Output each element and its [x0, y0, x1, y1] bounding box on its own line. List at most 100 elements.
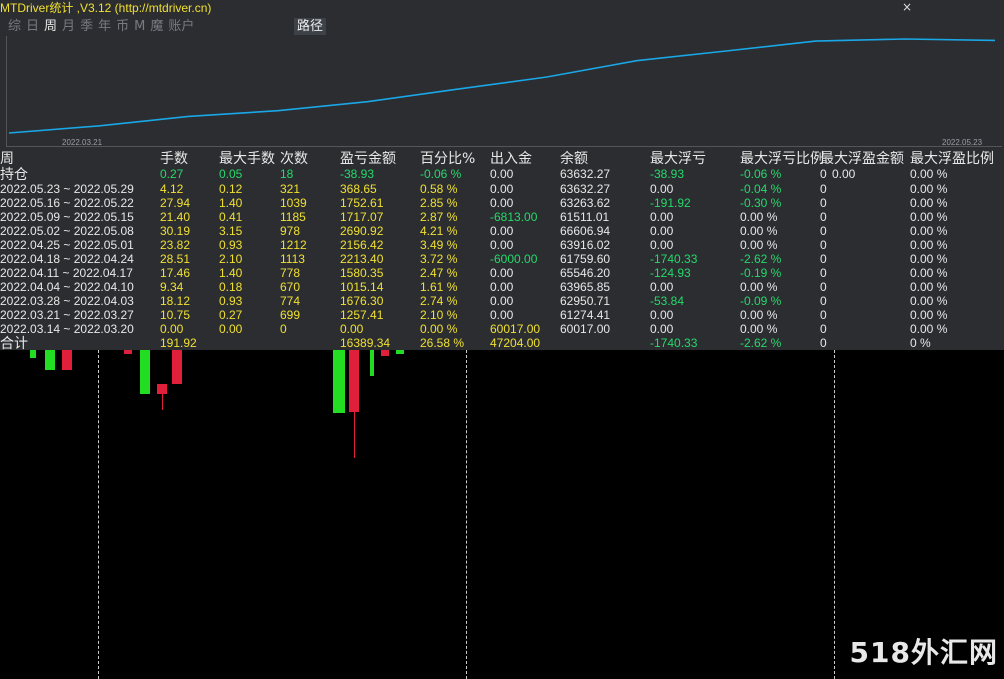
- table-cell: 191.92: [160, 336, 197, 350]
- table-cell: 670: [280, 280, 301, 294]
- table-cell: 1015.14: [340, 280, 384, 294]
- tab-m[interactable]: M: [134, 18, 145, 35]
- table-cell: 0: [820, 280, 827, 294]
- tab-month[interactable]: 月: [62, 18, 75, 35]
- table-cell: 0: [820, 167, 827, 181]
- x-tick-label: 2022.03.21: [62, 138, 103, 147]
- table-cell: 0: [280, 322, 287, 336]
- table-cell: 30.19: [160, 224, 191, 238]
- period-tabs: 综日周月季年币 M 魔账户 路径: [8, 18, 327, 35]
- table-row: 2022.05.02 ~ 2022.05.08 30.19 3.15 978 2690.…: [0, 224, 1004, 238]
- table-cell: 0.00: [490, 196, 514, 210]
- table-cell: 0.00 %: [740, 210, 778, 224]
- row-label: 持仓: [0, 166, 28, 182]
- candle: [45, 350, 55, 370]
- table-cell: 0.00 %: [910, 196, 948, 210]
- candle: [381, 350, 389, 356]
- table-cell: 0: [820, 336, 827, 350]
- table-cell: 2.87 %: [420, 210, 458, 224]
- table-cell: 0.00 %: [740, 308, 778, 322]
- table-cell: 63632.27: [560, 167, 611, 181]
- tab-day[interactable]: 日: [26, 18, 39, 35]
- holding-row: 持仓 0.27 0.05 18 -38.93 -0.06 % 0.00 63632.27 -38…: [0, 167, 1004, 181]
- table-cell: 65546.20: [560, 266, 611, 280]
- table-cell: -0.19 %: [740, 266, 782, 280]
- table-cell: -2.62 %: [740, 252, 782, 266]
- row-label: 2022.03.21 ~ 2022.03.27: [0, 308, 134, 322]
- table-cell: 0.27: [160, 167, 184, 181]
- tab-route[interactable]: 路径: [294, 18, 327, 35]
- table-cell: 0.00: [650, 238, 674, 252]
- tab-quarter[interactable]: 季: [80, 18, 93, 35]
- table-cell: 0: [820, 294, 827, 308]
- grid-line: [834, 350, 835, 679]
- table-cell: 1212: [280, 238, 307, 252]
- table-cell: 0.00 %: [910, 252, 948, 266]
- header-count: 次数: [280, 151, 308, 167]
- table-cell: 1.40: [219, 266, 243, 280]
- table-cell: 774: [280, 294, 301, 308]
- stats-panel: MTDriver统计 ,V3.12 (http://mtdriver.cn) ×…: [0, 0, 1004, 350]
- table-cell: 0.00 %: [910, 308, 948, 322]
- table-cell: 978: [280, 224, 301, 238]
- row-label: 2022.04.04 ~ 2022.04.10: [0, 280, 134, 294]
- table-cell: -191.92: [650, 196, 691, 210]
- header-max-float-profit: 最大浮盈金额: [820, 151, 904, 167]
- table-cell: -6813.00: [490, 210, 538, 224]
- table-cell: 9.34: [160, 280, 184, 294]
- header-percent: 百分比%: [420, 151, 476, 167]
- header-max-lots: 最大手数: [219, 151, 275, 167]
- table-cell: 27.94: [160, 196, 191, 210]
- header-lots: 手数: [160, 151, 188, 167]
- candle-wick: [354, 412, 355, 458]
- table-cell: 0.00: [650, 308, 674, 322]
- table-cell: 63916.02: [560, 238, 611, 252]
- tab-week[interactable]: 周: [44, 18, 57, 35]
- table-cell: 0.00 %: [910, 322, 948, 336]
- table-cell: 47204.00: [490, 336, 541, 350]
- row-label: 2022.05.16 ~ 2022.05.22: [0, 196, 134, 210]
- table-cell: 2.85 %: [420, 196, 458, 210]
- table-cell: -1740.33: [650, 252, 698, 266]
- table-cell: -1740.33: [650, 336, 698, 350]
- table-cell: 0.00: [490, 182, 514, 196]
- table-cell: -0.06 %: [420, 167, 462, 181]
- window-title: MTDriver统计 ,V3.12 (http://mtdriver.cn): [0, 1, 212, 15]
- tab-currency[interactable]: 币: [116, 18, 129, 35]
- table-cell: 62950.71: [560, 294, 611, 308]
- table-cell: 0.00 %: [420, 322, 458, 336]
- table-cell: 0.00: [650, 224, 674, 238]
- header-deposit: 出入金: [490, 151, 532, 167]
- table-cell: 0.00: [490, 266, 514, 280]
- table-cell: 10.75: [160, 308, 191, 322]
- table-cell: 2690.92: [340, 224, 384, 238]
- tab-magic[interactable]: 魔: [150, 18, 163, 35]
- table-row: 2022.05.23 ~ 2022.05.29 4.12 0.12 321 368.65…: [0, 182, 1004, 196]
- row-label: 2022.03.28 ~ 2022.04.03: [0, 294, 134, 308]
- table-cell: -0.04 %: [740, 182, 782, 196]
- table-cell: 0.00: [340, 322, 364, 336]
- table-cell: 0.00: [650, 182, 674, 196]
- table-cell: 0.12: [219, 182, 243, 196]
- table-cell: 0.41: [219, 210, 243, 224]
- row-label: 2022.03.14 ~ 2022.03.20: [0, 322, 134, 336]
- header-max-float-loss-pct: 最大浮亏比例: [740, 151, 824, 167]
- table-cell: 0.00: [490, 308, 514, 322]
- tab-year[interactable]: 年: [98, 18, 111, 35]
- header-max-float-loss: 最大浮亏: [650, 151, 706, 167]
- table-cell: 0.18: [219, 280, 243, 294]
- table-cell: 0.00: [160, 322, 184, 336]
- candle: [30, 350, 36, 358]
- tab-overview[interactable]: 综: [8, 18, 21, 35]
- table-cell: 1580.35: [340, 266, 384, 280]
- table-cell: 26.58 %: [420, 336, 465, 350]
- close-icon[interactable]: ×: [902, 0, 912, 14]
- tab-account[interactable]: 账户: [168, 18, 194, 35]
- table-cell: 66606.94: [560, 224, 611, 238]
- table-cell: 0: [820, 308, 827, 322]
- row-label: 2022.05.09 ~ 2022.05.15: [0, 210, 134, 224]
- candle: [396, 350, 404, 354]
- table-row: 2022.04.25 ~ 2022.05.01 23.82 0.93 1212 2156…: [0, 238, 1004, 252]
- table-cell: 321: [280, 182, 301, 196]
- table-cell: 0.58 %: [420, 182, 458, 196]
